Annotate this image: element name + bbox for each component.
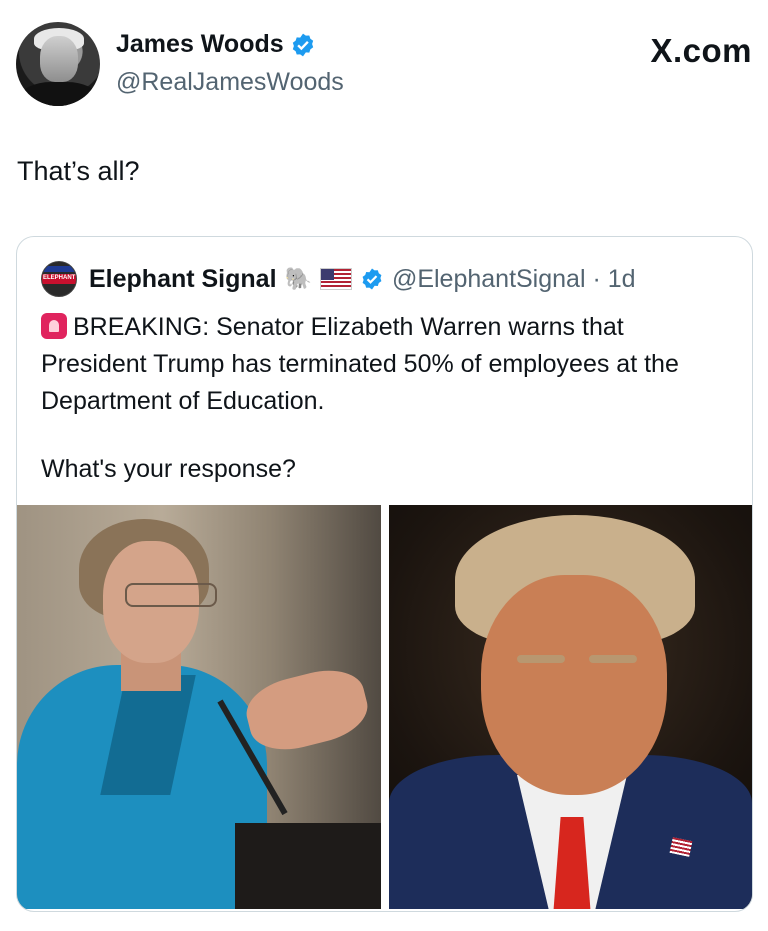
author-name-row: James Woods (116, 30, 316, 59)
siren-icon (41, 313, 67, 339)
post-header: James Woods @RealJamesWoods X.com (16, 22, 752, 106)
quoted-verified-badge-icon (362, 268, 382, 290)
us-flag-icon (319, 268, 352, 290)
trump-photo[interactable] (389, 505, 752, 909)
author-name[interactable]: James Woods (116, 30, 284, 59)
elephant-emoji-icon: 🐘 (284, 266, 312, 291)
warren-photo[interactable] (17, 505, 381, 909)
author-handle[interactable]: @RealJamesWoods (116, 68, 344, 97)
quoted-post-question: What's your response? (41, 455, 296, 483)
quoted-handle-time[interactable]: @ElephantSignal · 1d (392, 265, 636, 294)
image-divider (381, 505, 389, 909)
x-com-logo: X.com (650, 32, 752, 69)
avatar-logo-text: ELEPHANT (43, 275, 76, 281)
quoted-author-avatar[interactable]: ELEPHANT (41, 261, 77, 297)
quoted-post-body: BREAKING: Senator Elizabeth Warren warns… (41, 309, 731, 420)
quoted-post-header: ELEPHANT Elephant Signal 🐘 @ElephantSign… (41, 261, 636, 297)
quoted-author-name[interactable]: Elephant Signal (89, 265, 277, 294)
quoted-post-card[interactable]: ELEPHANT Elephant Signal 🐘 @ElephantSign… (16, 236, 753, 912)
post-text: That’s all? (17, 156, 140, 186)
quoted-post-text: BREAKING: Senator Elizabeth Warren warns… (41, 313, 679, 415)
author-avatar[interactable] (16, 22, 100, 106)
verified-badge-icon (292, 33, 313, 56)
